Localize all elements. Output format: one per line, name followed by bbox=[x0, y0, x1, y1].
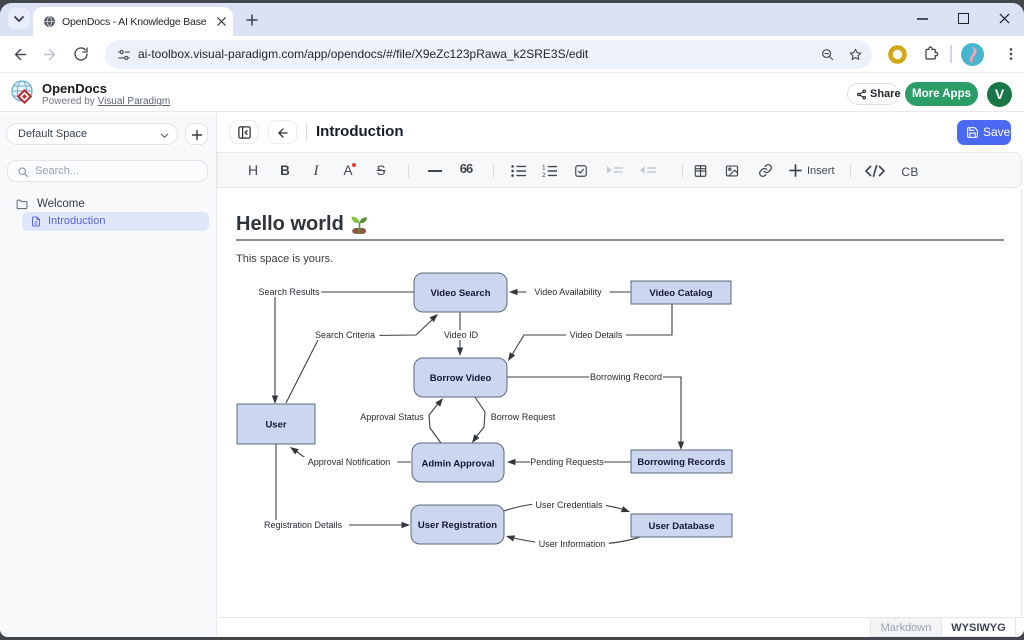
svg-text:Video Details: Video Details bbox=[570, 330, 623, 340]
svg-text:User Credentials: User Credentials bbox=[535, 500, 603, 510]
svg-text:Borrow Video: Borrow Video bbox=[430, 373, 492, 384]
svg-text:Video Search: Video Search bbox=[430, 288, 490, 299]
svg-text:User Information: User Information bbox=[539, 539, 606, 549]
svg-text:Search Results: Search Results bbox=[258, 287, 320, 297]
svg-text:Video Availability: Video Availability bbox=[534, 287, 602, 297]
svg-text:User Database: User Database bbox=[648, 521, 714, 532]
svg-text:1: 1 bbox=[542, 165, 546, 172]
svg-text:User: User bbox=[265, 419, 286, 430]
svg-text:Registration Details: Registration Details bbox=[264, 520, 343, 530]
svg-text:Borrowing Record: Borrowing Record bbox=[590, 372, 662, 382]
svg-text:Pending Requests: Pending Requests bbox=[530, 457, 604, 467]
svg-text:Video ID: Video ID bbox=[444, 330, 479, 340]
svg-text:Approval Notification: Approval Notification bbox=[308, 457, 391, 467]
svg-text:Borrowing Records: Borrowing Records bbox=[637, 457, 725, 468]
svg-text:Video Catalog: Video Catalog bbox=[649, 288, 712, 299]
svg-text:Borrow Request: Borrow Request bbox=[491, 412, 556, 422]
svg-text:2: 2 bbox=[542, 172, 546, 178]
svg-text:Admin Approval: Admin Approval bbox=[421, 458, 494, 469]
svg-text:User Registration: User Registration bbox=[418, 520, 497, 531]
svg-text:Search Criteria: Search Criteria bbox=[315, 330, 375, 340]
svg-text:Approval Status: Approval Status bbox=[360, 412, 424, 422]
